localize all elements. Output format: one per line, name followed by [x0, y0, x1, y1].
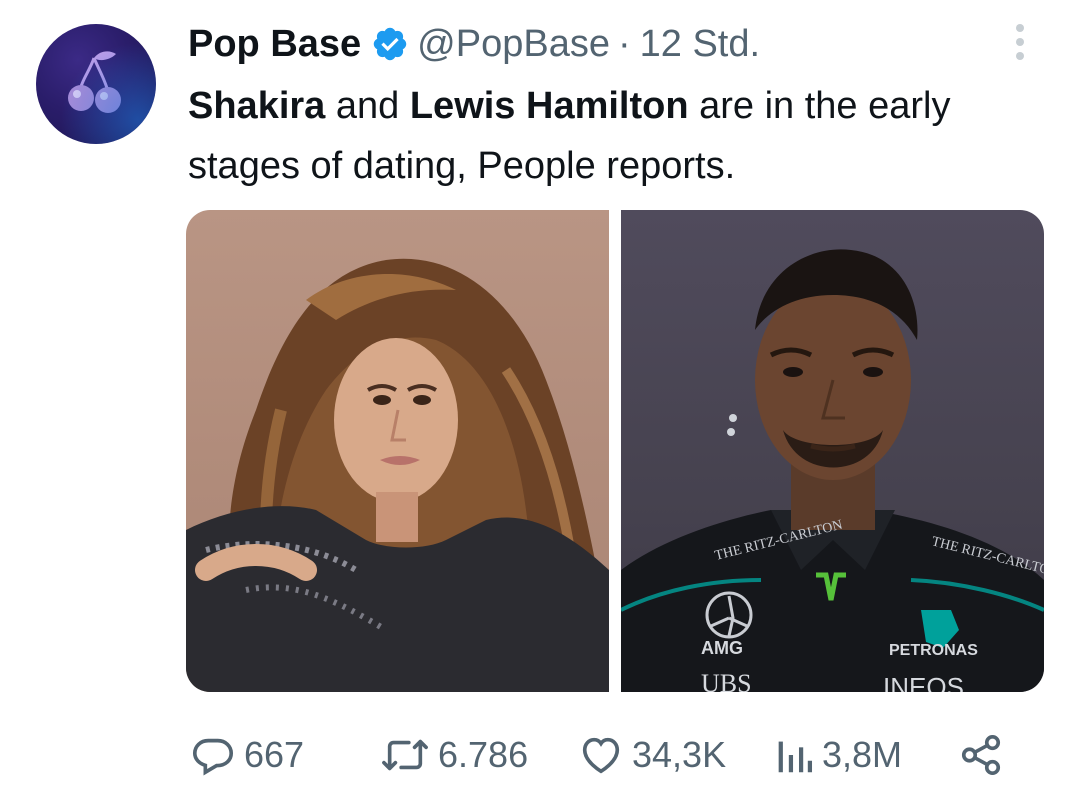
suit-text-amg: AMG: [701, 638, 743, 658]
repost-button[interactable]: 6.786: [380, 727, 528, 783]
verified-badge-icon: [373, 27, 407, 61]
reply-icon: [192, 738, 234, 776]
author-handle[interactable]: @PopBase: [417, 23, 610, 66]
tweet-text-plain-1: and: [325, 85, 410, 127]
tweet-timestamp[interactable]: 12 Std.: [640, 23, 760, 66]
repost-count: 6.786: [438, 734, 529, 775]
like-button[interactable]: 34,3K: [578, 727, 726, 783]
views-count: 3,8M: [822, 734, 903, 775]
tweet-media: THE RITZ-CARLTON THE RITZ-CARLTON AMG PE…: [186, 210, 1044, 692]
suit-text-ubs: UBS: [701, 669, 752, 692]
cherry-logo-icon: [68, 51, 121, 113]
views-button[interactable]: 3,8M: [774, 727, 902, 783]
author-name[interactable]: Pop Base: [188, 23, 361, 66]
more-vertical-icon: [1016, 24, 1024, 32]
media-photo-shakira[interactable]: [186, 210, 609, 692]
media-photo-hamilton[interactable]: THE RITZ-CARLTON THE RITZ-CARLTON AMG PE…: [621, 210, 1044, 692]
separator-dot: ·: [617, 22, 631, 65]
author-avatar[interactable]: [36, 24, 156, 144]
reply-button[interactable]: 667: [190, 727, 304, 783]
share-icon: [961, 734, 1001, 776]
tweet-header: Pop Base @PopBase · 12 Std.: [188, 20, 760, 68]
like-count: 34,3K: [632, 734, 727, 775]
more-options-button[interactable]: [1008, 20, 1032, 64]
tweet-text: Shakira and Lewis Hamilton are in the ea…: [188, 76, 1048, 196]
suit-text-petronas: PETRONAS: [889, 642, 978, 659]
tweet-text-bold-2: Lewis Hamilton: [409, 85, 689, 127]
views-icon: [778, 741, 813, 773]
tweet-text-bold-1: Shakira: [188, 85, 326, 127]
share-button[interactable]: [958, 727, 1004, 783]
repost-icon: [382, 739, 428, 771]
shakira-portrait-image: [186, 258, 609, 692]
suit-text-ineos: INEOS: [883, 672, 964, 692]
hamilton-portrait-image: THE RITZ-CARLTON THE RITZ-CARLTON AMG PE…: [621, 249, 1044, 692]
reply-count: 667: [244, 734, 305, 775]
heart-icon: [582, 737, 620, 774]
